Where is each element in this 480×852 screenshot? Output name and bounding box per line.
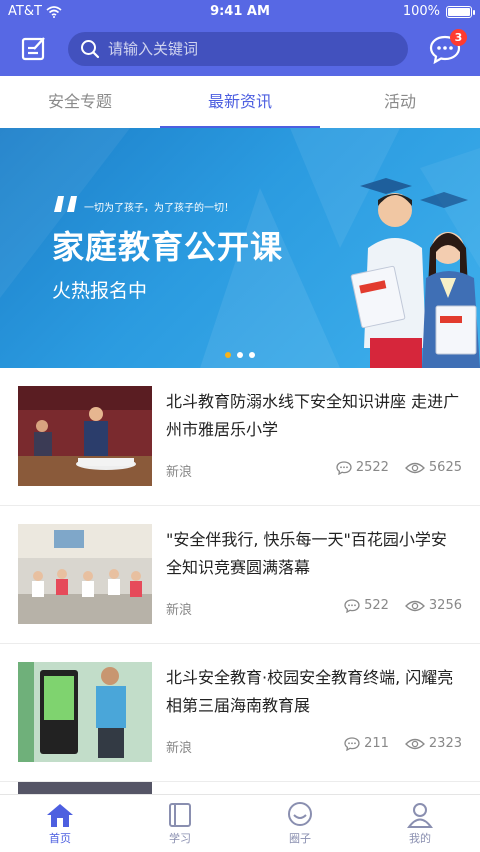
- nav-profile[interactable]: 我的: [360, 795, 480, 852]
- comment-count: 522: [364, 598, 389, 613]
- news-thumbnail: [18, 524, 152, 624]
- view-count: 2323: [428, 736, 462, 751]
- edit-icon[interactable]: [20, 35, 48, 63]
- user-icon: [407, 803, 433, 828]
- book-icon: [169, 803, 191, 827]
- category-tabs: 安全专题 最新资讯 活动: [0, 76, 480, 128]
- news-stats: 2522 5625: [336, 460, 462, 475]
- banner-pagination: [0, 352, 480, 358]
- nav-home-label: 首页: [49, 832, 71, 845]
- view-count: 3256: [428, 598, 462, 613]
- tab-safety-topics[interactable]: 安全专题: [0, 76, 160, 128]
- search-bar[interactable]: [68, 32, 408, 66]
- header: ●●●●● AT&T 9:41 AM 100%: [0, 0, 480, 239]
- comment-count: 211: [364, 736, 389, 751]
- eye-icon: [404, 462, 425, 473]
- banner-tagline: 一切为了孩子，为了孩子的一切！: [84, 203, 234, 214]
- message-count-badge: 3: [450, 29, 467, 46]
- comment-count: 2522: [355, 460, 389, 475]
- nav-circle[interactable]: 圈子: [240, 795, 360, 852]
- search-icon: [81, 40, 100, 59]
- promo-banner[interactable]: 一切为了孩子，为了孩子的一切！ 家庭教育公开课 火热报名中: [0, 128, 480, 368]
- news-item[interactable]: 北斗教育防溺水线下安全知识讲座 走进广州市雅居乐小学 新浪 2522 5625: [0, 368, 480, 506]
- news-title: 北斗教育防溺水线下安全知识讲座 走进广州市雅居乐小学: [166, 392, 460, 439]
- students-illustration: [350, 178, 480, 368]
- news-stats: 522 3256: [344, 598, 462, 613]
- bottom-nav: 首页 学习 圈子 我的: [0, 794, 480, 852]
- chat-circle-icon: [288, 802, 312, 826]
- tab-latest-news[interactable]: 最新资讯: [160, 76, 320, 128]
- nav-study-label: 学习: [169, 832, 191, 845]
- news-item[interactable]: 北斗安全教育·校园安全教育终端, 闪耀亮相第三届海南教育展 新浪 211 232…: [0, 644, 480, 782]
- search-input[interactable]: [108, 40, 388, 58]
- news-title: 北斗安全教育·校园安全教育终端, 闪耀亮相第三届海南教育展: [166, 668, 454, 715]
- tab-activities[interactable]: 活动: [320, 76, 480, 128]
- nav-profile-label: 我的: [409, 832, 431, 845]
- comment-icon: [344, 736, 360, 751]
- home-icon: [47, 804, 73, 827]
- nav-home[interactable]: 首页: [0, 795, 120, 852]
- news-stats: 211 2323: [344, 736, 462, 751]
- eye-icon: [404, 600, 425, 611]
- news-item[interactable]: "安全伴我行, 快乐每一天"百花园小学安全知识竞赛圆满落幕 新浪 522 325…: [0, 506, 480, 644]
- news-source: 新浪: [166, 465, 193, 480]
- banner-title: 家庭教育公开课: [52, 228, 284, 266]
- eye-icon: [404, 738, 425, 749]
- news-source: 新浪: [166, 741, 193, 756]
- banner-dot[interactable]: [237, 352, 243, 358]
- news-source: 新浪: [166, 603, 193, 618]
- comment-icon: [344, 598, 360, 613]
- news-thumbnail: [18, 662, 152, 762]
- view-count: 5625: [428, 460, 462, 475]
- news-title: "安全伴我行, 快乐每一天"百花园小学安全知识竞赛圆满落幕: [166, 530, 447, 577]
- quote-icon: [54, 196, 77, 212]
- news-list: 北斗教育防溺水线下安全知识讲座 走进广州市雅居乐小学 新浪 2522 5625: [0, 368, 480, 782]
- battery-label: 100%: [402, 4, 440, 19]
- banner-subtitle: 火热报名中: [52, 280, 148, 302]
- status-bar: ●●●●● AT&T 9:41 AM 100%: [0, 0, 480, 239]
- app-root: ●●●●● AT&T 9:41 AM 100%: [0, 0, 480, 852]
- nav-circle-label: 圈子: [289, 832, 311, 845]
- battery-icon: [446, 5, 475, 18]
- banner-dot[interactable]: [225, 352, 231, 358]
- news-thumbnail: [18, 386, 152, 486]
- nav-study[interactable]: 学习: [120, 795, 240, 852]
- comment-icon: [336, 460, 352, 475]
- banner-dot[interactable]: [249, 352, 255, 358]
